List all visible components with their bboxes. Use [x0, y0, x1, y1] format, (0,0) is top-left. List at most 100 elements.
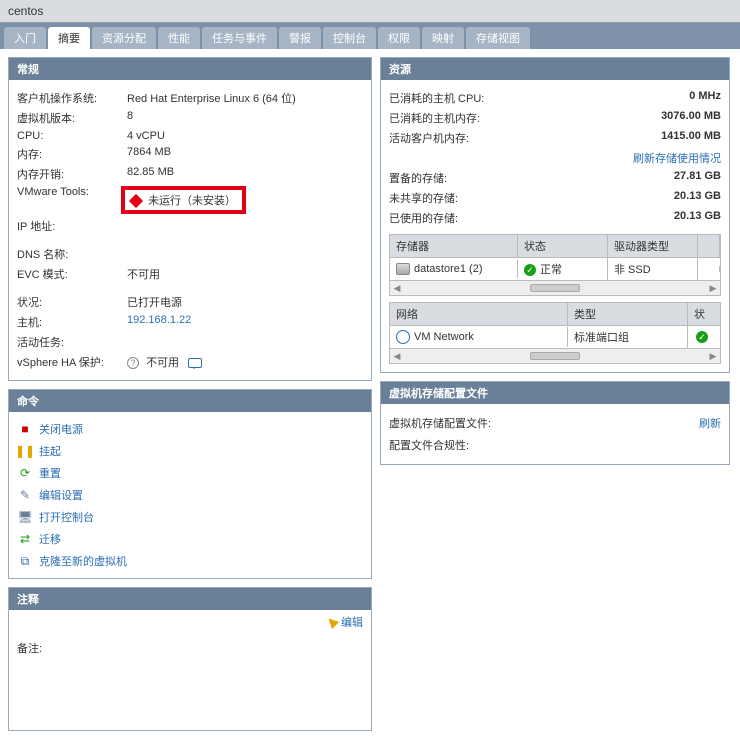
- general-row-0: 客户机操作系统:Red Hat Enterprise Linux 6 (64 位…: [17, 88, 363, 108]
- cmd-migrate-icon: ⇄: [17, 531, 33, 547]
- cmd-poweroff-label: 关闭电源: [39, 421, 83, 437]
- label-dns: DNS 名称:: [17, 246, 127, 262]
- cmd-clone-icon: ⧉: [17, 553, 33, 569]
- network-scrollbar[interactable]: ◀▶: [390, 348, 720, 363]
- storage-col-type[interactable]: 驱动器类型: [608, 235, 698, 257]
- general-v-0: Red Hat Enterprise Linux 6 (64 位): [127, 90, 363, 106]
- label-active-task: 活动任务:: [17, 334, 127, 350]
- sp-refresh-link[interactable]: 刷新: [699, 415, 721, 431]
- tab-9[interactable]: 存储视图: [466, 27, 530, 49]
- panel-notes-title: 注释: [9, 588, 371, 610]
- cmd-clone[interactable]: ⧉ 克隆至新的虚拟机: [13, 550, 367, 572]
- storage-col-end: [698, 235, 720, 257]
- value-dns: [127, 246, 363, 262]
- storage-col-name[interactable]: 存储器: [390, 235, 518, 257]
- window-title: centos: [0, 0, 740, 23]
- storage-col-status[interactable]: 状态: [518, 235, 608, 257]
- res-rows2-lbl-2: 已使用的存储:: [389, 210, 621, 226]
- general-k-2: CPU:: [17, 130, 127, 142]
- storage-row-type: 非 SSD: [608, 258, 698, 280]
- general-k-0: 客户机操作系统:: [17, 90, 127, 106]
- sp-label-compliance: 配置文件合规性:: [389, 437, 721, 453]
- storage-grid: 存储器 状态 驱动器类型 datastore1 (2) ✓正常 非 SSD ◀▶: [389, 234, 721, 296]
- cmd-suspend-label: 挂起: [39, 443, 61, 459]
- tab-7[interactable]: 权限: [378, 27, 420, 49]
- tab-3[interactable]: 性能: [158, 27, 200, 49]
- cmd-migrate[interactable]: ⇄迁移: [13, 528, 367, 550]
- res-rows1-row-1: 已消耗的主机内存:3076.00 MB: [389, 108, 721, 128]
- res-rows1-lbl-2: 活动客户机内存:: [389, 130, 621, 146]
- value-vmtools: 未运行（未安装）: [127, 186, 363, 214]
- storage-row[interactable]: datastore1 (2) ✓正常 非 SSD: [390, 258, 720, 280]
- network-col-name[interactable]: 网络: [390, 303, 568, 325]
- storage-scrollbar[interactable]: ◀▶: [390, 280, 720, 295]
- tab-4[interactable]: 任务与事件: [202, 27, 277, 49]
- panel-notes: 注释 编辑 备注:: [8, 587, 372, 731]
- general-v-4: 82.85 MB: [127, 166, 363, 182]
- tab-2[interactable]: 资源分配: [92, 27, 156, 49]
- cmd-suspend-icon: ❚❚: [17, 443, 33, 459]
- help-icon[interactable]: ?: [127, 357, 139, 369]
- res-rows2-lbl-0: 置备的存储:: [389, 170, 621, 186]
- res-rows2-val-2: 20.13 GB: [621, 210, 721, 226]
- ok-icon: ✓: [524, 264, 536, 276]
- general-v-2: 4 vCPU: [127, 130, 363, 142]
- tab-1[interactable]: 摘要: [48, 27, 90, 49]
- tab-0[interactable]: 入门: [4, 27, 46, 49]
- notes-edit-link[interactable]: 编辑: [327, 614, 363, 630]
- warning-icon: [129, 194, 143, 208]
- general-row-1: 虚拟机版本:8: [17, 108, 363, 128]
- cmd-poweroff-icon: ■: [17, 421, 33, 437]
- refresh-storage-link[interactable]: 刷新存储使用情况: [389, 148, 721, 168]
- res-rows2-val-0: 27.81 GB: [621, 170, 721, 186]
- value-ha: ? 不可用: [127, 354, 363, 370]
- cmd-open-console-label: 打开控制台: [39, 509, 94, 525]
- bubble-icon[interactable]: [188, 358, 202, 368]
- res-rows1-lbl-1: 已消耗的主机内存:: [389, 110, 621, 126]
- storage-row-status: 正常: [540, 264, 562, 276]
- panel-commands: 命令 ■ 关闭电源 ❚❚ 挂起 ⟳重置✎编辑设置🖥打开控制台⇄迁移 ⧉ 克隆至新的虚拟机: [8, 389, 372, 579]
- general-v-3: 7864 MB: [127, 146, 363, 162]
- general-k-4: 内存开销:: [17, 166, 127, 182]
- res-rows1-row-0: 已消耗的主机 CPU:0 MHz: [389, 88, 721, 108]
- value-ha-text: 不可用: [146, 357, 179, 369]
- value-active-task: [127, 334, 363, 350]
- network-col-status[interactable]: 状: [688, 303, 720, 325]
- pencil-icon: [325, 615, 339, 629]
- network-col-type[interactable]: 类型: [568, 303, 688, 325]
- cmd-edit-settings-label: 编辑设置: [39, 487, 83, 503]
- label-vmtools: VMware Tools:: [17, 186, 127, 214]
- res-rows1-lbl-0: 已消耗的主机 CPU:: [389, 90, 621, 106]
- general-k-1: 虚拟机版本:: [17, 110, 127, 126]
- cmd-poweroff[interactable]: ■ 关闭电源: [13, 418, 367, 440]
- panel-general: 常规 客户机操作系统:Red Hat Enterprise Linux 6 (6…: [8, 57, 372, 381]
- tab-5[interactable]: 警报: [279, 27, 321, 49]
- network-row-type: 标准端口组: [568, 326, 688, 348]
- res-rows1-val-0: 0 MHz: [621, 90, 721, 106]
- cmd-suspend[interactable]: ❚❚ 挂起: [13, 440, 367, 462]
- res-rows1-val-1: 3076.00 MB: [621, 110, 721, 126]
- cmd-reset[interactable]: ⟳重置: [13, 462, 367, 484]
- cmd-reset-icon: ⟳: [17, 465, 33, 481]
- res-rows2-row-1: 未共享的存储:20.13 GB: [389, 188, 721, 208]
- network-grid: 网络 类型 状 VM Network 标准端口组 ✓ ◀▶: [389, 302, 721, 364]
- res-rows1-row-2: 活动客户机内存:1415.00 MB: [389, 128, 721, 148]
- res-rows2-row-2: 已使用的存储:20.13 GB: [389, 208, 721, 228]
- notes-edit-text: 编辑: [341, 614, 363, 630]
- tab-8[interactable]: 映射: [422, 27, 464, 49]
- cmd-open-console[interactable]: 🖥打开控制台: [13, 506, 367, 528]
- general-v-1: 8: [127, 110, 363, 126]
- value-host-link[interactable]: 192.168.1.22: [127, 314, 363, 330]
- panel-commands-title: 命令: [9, 390, 371, 412]
- panel-storage-profile-title: 虚拟机存储配置文件: [381, 382, 729, 404]
- value-state: 已打开电源: [127, 294, 363, 310]
- label-ip: IP 地址:: [17, 218, 127, 234]
- label-state: 状况:: [17, 294, 127, 310]
- network-row[interactable]: VM Network 标准端口组 ✓: [390, 326, 720, 348]
- cmd-edit-settings[interactable]: ✎编辑设置: [13, 484, 367, 506]
- tab-6[interactable]: 控制台: [323, 27, 376, 49]
- vmtools-highlight: 未运行（未安装）: [121, 186, 246, 214]
- notes-remark-label: 备注:: [17, 640, 42, 656]
- cmd-clone-label: 克隆至新的虚拟机: [39, 553, 127, 569]
- label-host: 主机:: [17, 314, 127, 330]
